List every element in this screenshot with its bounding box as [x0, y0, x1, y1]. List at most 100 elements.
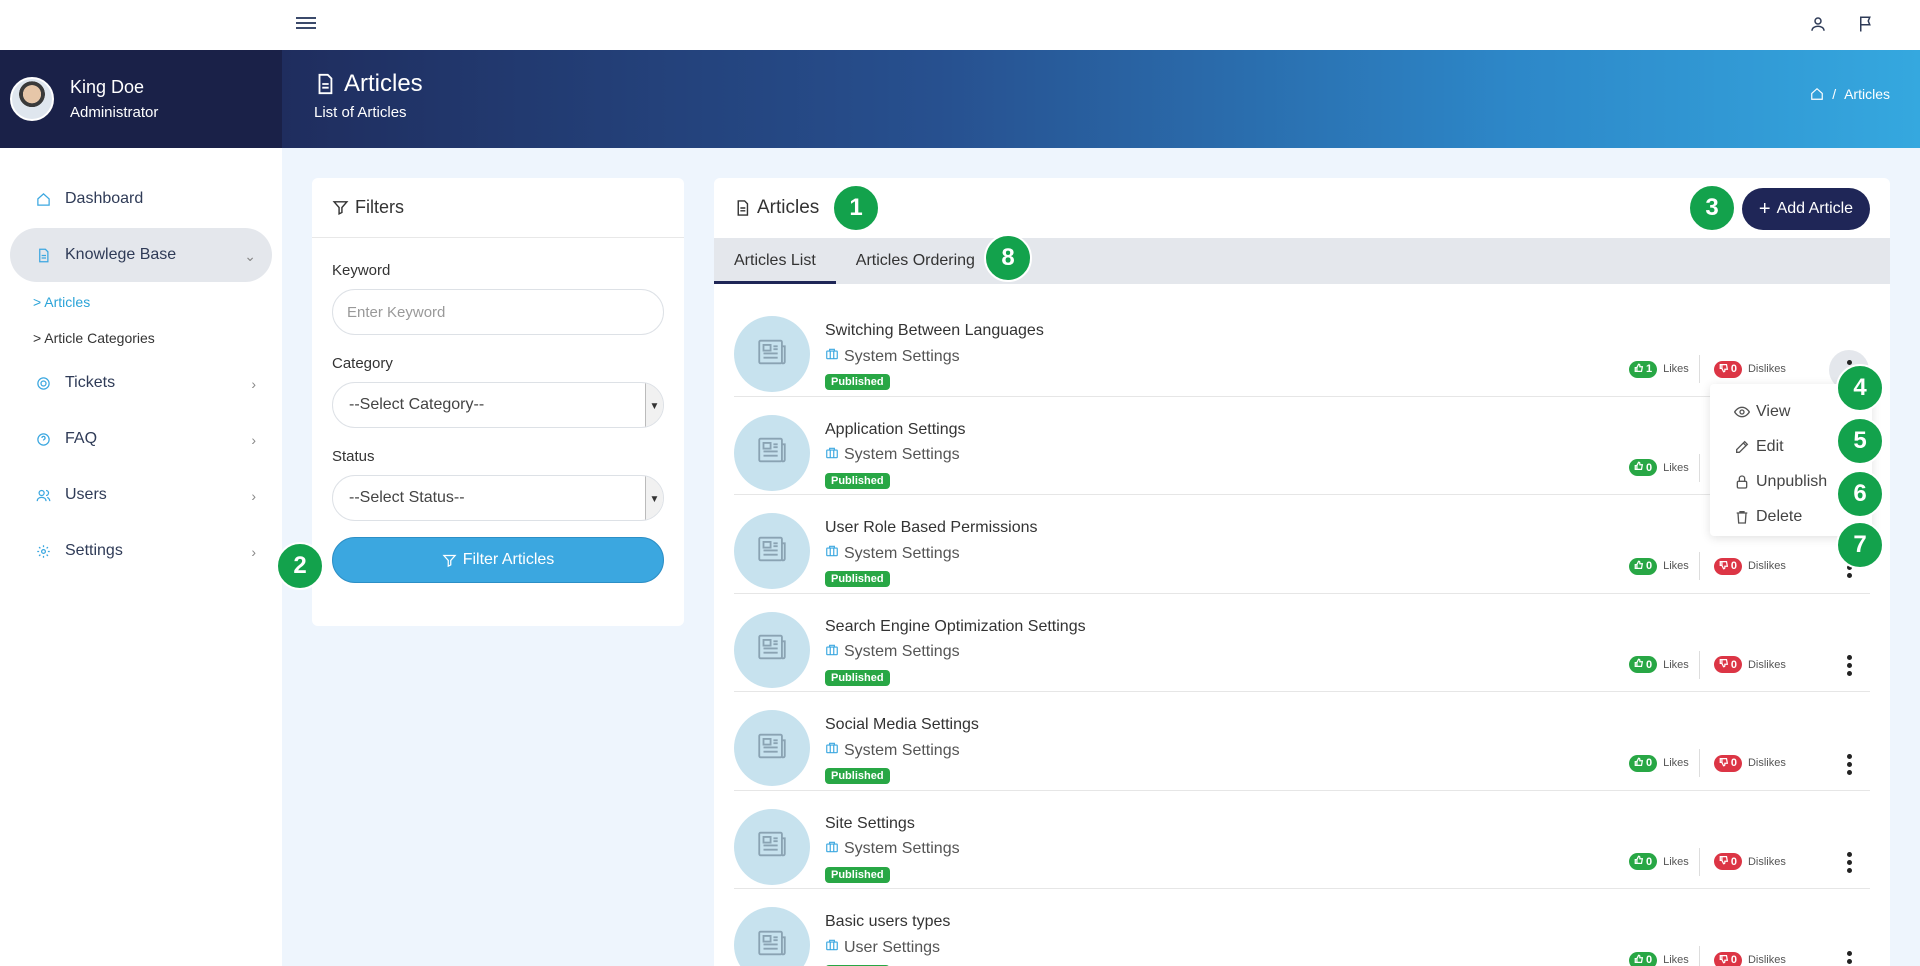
article-thumbnail: [734, 611, 810, 688]
caret-down-icon: ▼: [645, 383, 663, 427]
article-title[interactable]: Search Engine Optimization Settings: [825, 618, 1086, 636]
home-icon: [35, 191, 51, 207]
filter-icon: [332, 201, 349, 216]
article-category-label: System Settings: [844, 741, 960, 759]
article-category-label: System Settings: [844, 347, 960, 365]
article-title[interactable]: Application Settings: [825, 421, 966, 439]
likes-count: 1: [1646, 363, 1653, 375]
chevron-right-icon: ›: [251, 432, 256, 448]
home-icon[interactable]: [1810, 87, 1824, 101]
eye-icon: [1734, 406, 1750, 417]
breadcrumb: / Articles: [1810, 86, 1890, 102]
sidebar-item-faq[interactable]: FAQ ›: [10, 412, 272, 466]
plus-icon: +: [1758, 198, 1771, 220]
keyword-input[interactable]: Enter Keyword: [332, 289, 664, 335]
newspaper-icon: [755, 630, 789, 669]
add-article-button[interactable]: + Add Article: [1742, 188, 1870, 230]
document-icon: [318, 73, 333, 95]
tab-articles-list[interactable]: Articles List: [714, 238, 836, 284]
dislikes-label: Dislikes: [1747, 560, 1786, 572]
flag-icon[interactable]: [1852, 10, 1880, 38]
sidebar-item-knowledge-base[interactable]: Knowlege Base ⌄: [10, 228, 272, 282]
page-subtitle: List of Articles: [314, 104, 407, 121]
dislikes-label: Dislikes: [1747, 757, 1786, 769]
thumbs-down-icon: [1719, 855, 1729, 868]
category-select-value: --Select Category--: [349, 396, 485, 413]
article-thumbnail: [734, 808, 810, 885]
table-row[interactable]: User Role Based Permissions System Settin…: [734, 495, 1870, 594]
menu-item-label: Delete: [1756, 507, 1803, 525]
callout-4: 4: [1836, 364, 1884, 412]
hamburger-icon[interactable]: [296, 14, 320, 34]
filter-articles-button[interactable]: Filter Articles: [332, 537, 664, 583]
thumbs-up-icon: [1634, 855, 1644, 868]
sidebar-item-dashboard[interactable]: Dashboard: [10, 172, 272, 226]
more-vertical-icon[interactable]: [1829, 646, 1869, 686]
more-vertical-icon[interactable]: [1829, 941, 1869, 966]
divider: [1698, 650, 1700, 679]
newspaper-icon: [755, 532, 789, 571]
sidebar-nav: Dashboard Knowlege Base ⌄ > Articles > A…: [0, 148, 282, 578]
thumbs-down-icon: [1719, 560, 1729, 573]
thumbs-down-icon: [1719, 954, 1729, 966]
users-icon: [35, 487, 51, 503]
article-category-label: System Settings: [844, 446, 960, 463]
filters-header: Filters: [312, 178, 684, 238]
article-title[interactable]: Social Media Settings: [825, 716, 979, 734]
likes-dislikes: 0 Likes 0 Dislikes: [1629, 749, 1786, 777]
sidebar-item-label: Settings: [65, 542, 123, 559]
user-icon[interactable]: [1804, 10, 1832, 38]
likes-badge: 0: [1629, 557, 1658, 575]
sidebar-subitem-articles[interactable]: > Articles: [33, 284, 282, 320]
likes-count: 0: [1646, 658, 1653, 671]
document-icon: [35, 247, 51, 263]
callout-8: 8: [984, 234, 1032, 282]
likes-label: Likes: [1663, 855, 1689, 868]
article-thumbnail: [734, 316, 810, 392]
thumbs-down-icon: [1719, 757, 1729, 770]
dislikes-count: 0: [1730, 658, 1737, 671]
article-title[interactable]: Site Settings: [825, 815, 915, 833]
status-badge: Published: [825, 768, 890, 784]
sidebar-item-users[interactable]: Users ›: [10, 468, 272, 522]
sidebar-item-tickets[interactable]: Tickets ›: [10, 356, 272, 410]
thumbs-down-icon: [1719, 658, 1729, 671]
sidebar-subitem-article-categories[interactable]: > Article Categories: [33, 320, 282, 356]
article-category: System Settings: [825, 446, 960, 465]
edit-icon: [1736, 440, 1749, 453]
menu-item-label: Edit: [1756, 437, 1784, 455]
sidebar-item-settings[interactable]: Settings ›: [10, 524, 272, 578]
table-row[interactable]: Social Media Settings System Settings Publ…: [734, 692, 1870, 791]
sidebar-item-label: FAQ: [65, 430, 98, 447]
likes-label: Likes: [1663, 363, 1689, 375]
breadcrumb-separator: /: [1832, 86, 1837, 102]
avatar[interactable]: [10, 77, 54, 121]
table-row[interactable]: Switching Between Languages System Settin…: [734, 298, 1870, 397]
table-row[interactable]: Basic users typesUser SettingsPublished0…: [734, 889, 1870, 966]
tab-articles-ordering[interactable]: Articles Ordering: [836, 238, 995, 284]
sidebar-item-label: Tickets: [65, 374, 116, 391]
chevron-down-icon: ⌄: [244, 248, 256, 264]
sidebar-item-label: Users: [65, 486, 107, 503]
more-vertical-icon[interactable]: [1829, 744, 1869, 784]
article-title[interactable]: Basic users types: [825, 913, 950, 931]
article-thumbnail: [734, 513, 810, 589]
status-select[interactable]: --Select Status-- ▼: [332, 475, 664, 521]
article-category-label: System Settings: [844, 643, 960, 660]
status-badge: Published: [825, 571, 890, 587]
thumbs-up-icon: [1634, 954, 1644, 966]
profile-name: King Doe: [70, 77, 145, 97]
more-vertical-icon[interactable]: [1829, 843, 1869, 883]
likes-dislikes: 0 Likes 0 Dislikes: [1629, 650, 1786, 679]
divider: [1698, 749, 1700, 777]
article-title[interactable]: User Role Based Permissions: [825, 519, 1038, 537]
table-row[interactable]: Search Engine Optimization Settings Syste…: [734, 594, 1870, 692]
table-row[interactable]: Application Settings System Settings Publi…: [734, 397, 1870, 495]
table-row[interactable]: Site Settings System Settings Published 0 Li…: [734, 791, 1870, 889]
category-select[interactable]: --Select Category-- ▼: [332, 382, 664, 428]
article-title[interactable]: Switching Between Languages: [825, 322, 1044, 340]
dislikes-count: 0: [1730, 560, 1737, 572]
page-header: Articles List of Articles / Articles: [282, 50, 1920, 148]
lock-icon: [1736, 474, 1748, 489]
thumbs-up-icon: [1634, 658, 1644, 671]
